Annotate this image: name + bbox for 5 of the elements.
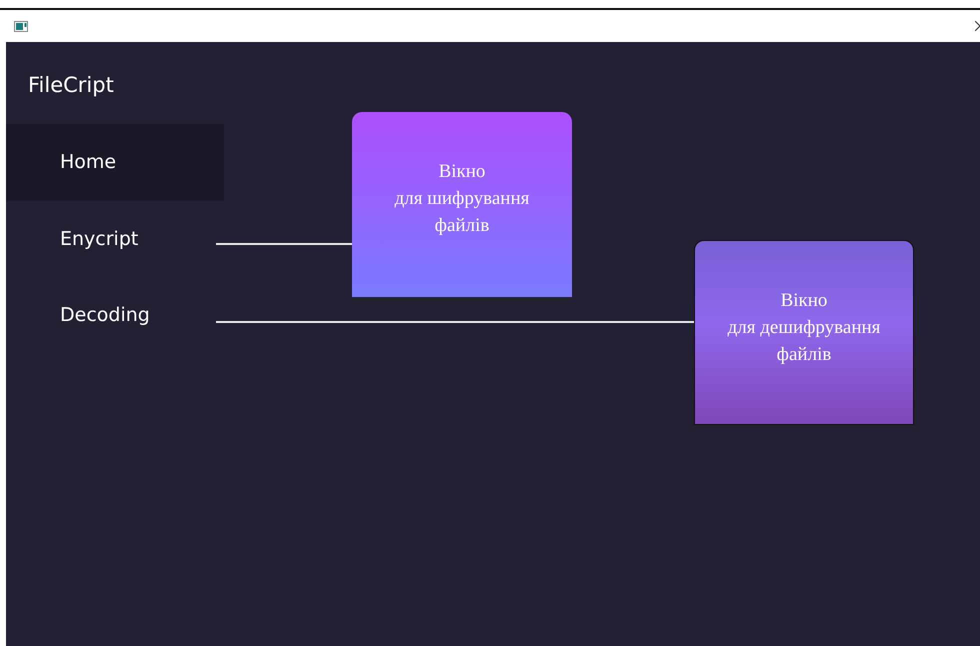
app-icon bbox=[14, 20, 28, 32]
window-card: Вікно для шифрування файлів bbox=[352, 112, 572, 297]
nav-item[interactable]: Home bbox=[6, 124, 224, 200]
app-title: FileCript bbox=[28, 72, 114, 99]
window-card: Вікно для дешифрування файлів bbox=[694, 240, 914, 425]
